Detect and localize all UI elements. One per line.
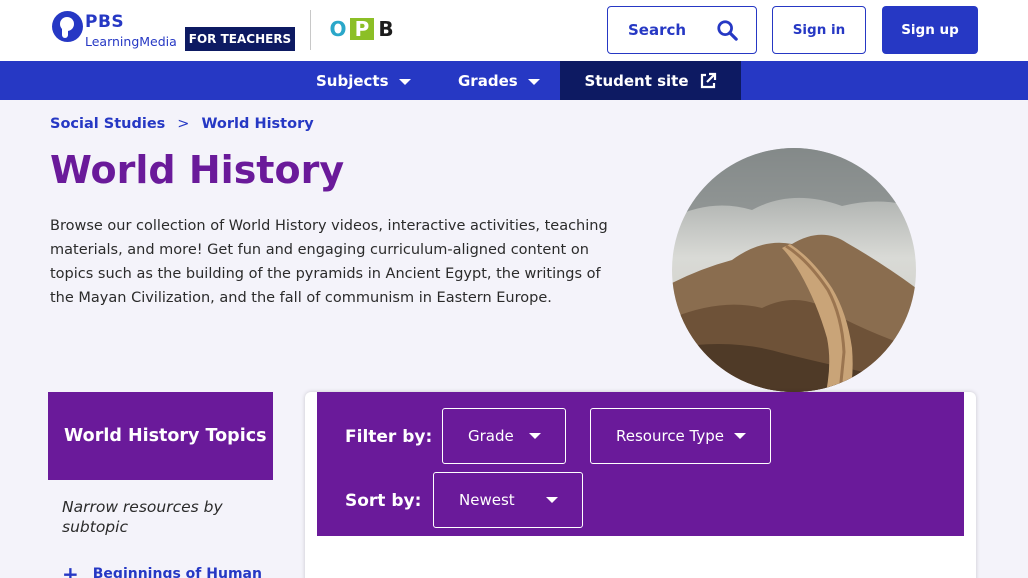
search-icon <box>717 20 738 41</box>
resource-type-dropdown-label: Resource Type <box>616 427 725 445</box>
audience-badge[interactable]: FOR TEACHERS <box>185 27 295 51</box>
nav-subjects[interactable]: Subjects <box>316 61 411 100</box>
site-header: PBS LearningMedia FOR TEACHERS O P B Sea… <box>0 0 1028 61</box>
header-divider <box>310 10 311 50</box>
caret-down-icon <box>398 78 411 85</box>
breadcrumb-link-world-history[interactable]: World History <box>201 116 313 132</box>
breadcrumb-link-social-studies[interactable]: Social Studies <box>50 116 165 132</box>
plus-icon: + <box>62 562 79 578</box>
nav-subjects-label: Subjects <box>316 71 389 90</box>
pbs-head-icon <box>52 11 83 42</box>
filter-box: Filter by: Grade Resource Type Sort by: … <box>317 392 964 536</box>
pbs-learningmedia-logo[interactable]: PBS LearningMedia <box>52 11 177 51</box>
station-letter-o: O <box>329 17 347 41</box>
nav-student-site[interactable]: Student site <box>560 61 741 100</box>
sort-by-label: Sort by: <box>345 491 422 511</box>
logo-subtitle: LearningMedia <box>85 34 177 49</box>
page-intro: Browse our collection of World History v… <box>50 218 608 306</box>
station-logo[interactable]: O P B <box>326 18 398 40</box>
sign-up-button[interactable]: Sign up <box>882 6 978 54</box>
sign-in-button[interactable]: Sign in <box>772 6 866 54</box>
grade-dropdown[interactable]: Grade <box>442 408 566 464</box>
sidebar-heading: World History Topics <box>48 392 273 480</box>
logo-brand: PBS <box>85 12 125 32</box>
breadcrumb-separator: > <box>177 116 190 132</box>
page-title: World History <box>50 148 345 192</box>
breadcrumb: Social Studies > World History <box>50 116 314 132</box>
nav-student-site-label: Student site <box>584 71 689 90</box>
external-link-icon <box>700 72 716 88</box>
nav-grades-label: Grades <box>458 71 518 90</box>
grade-dropdown-label: Grade <box>468 427 514 445</box>
caret-down-icon <box>734 433 746 439</box>
caret-down-icon <box>546 497 558 503</box>
sort-dropdown[interactable]: Newest <box>433 472 583 528</box>
search-label: Search <box>628 21 687 39</box>
filter-by-label: Filter by: <box>345 427 433 447</box>
sidebar-note: Narrow resources by subtopic <box>62 498 223 536</box>
nav-grades[interactable]: Grades <box>458 61 540 100</box>
sort-dropdown-value: Newest <box>459 491 515 509</box>
great-wall-image <box>672 148 916 392</box>
resource-type-dropdown[interactable]: Resource Type <box>590 408 771 464</box>
search-button[interactable]: Search <box>607 6 757 54</box>
sidebar-item-label: Beginnings of Human <box>92 566 262 578</box>
station-letter-b: B <box>378 17 394 41</box>
station-letter-p: P <box>350 18 374 40</box>
sidebar-item-beginnings-of-human[interactable]: + Beginnings of Human <box>62 562 262 578</box>
caret-down-icon <box>527 78 540 85</box>
main-nav: Subjects Grades Student site <box>0 61 1028 100</box>
caret-down-icon <box>529 433 541 439</box>
